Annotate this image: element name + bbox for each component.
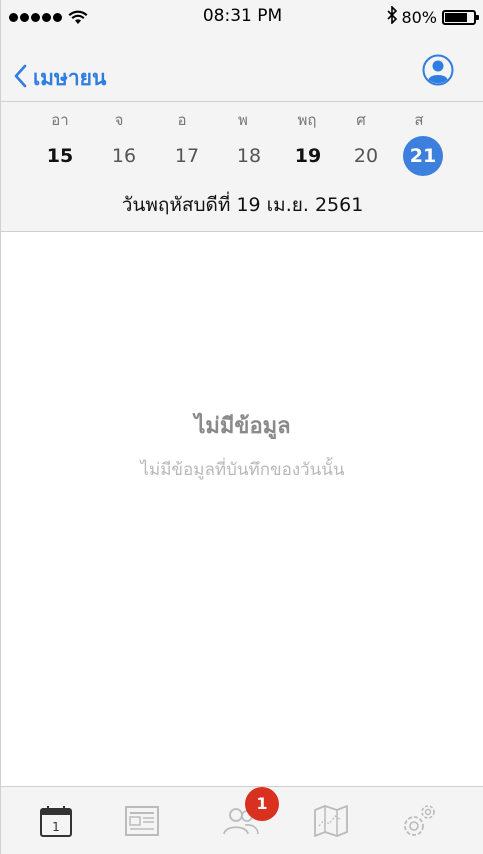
- profile-button[interactable]: [422, 54, 454, 86]
- status-time: 08:31 PM: [202, 6, 283, 26]
- date-21-selected[interactable]: 21: [403, 136, 443, 176]
- status-bar: 08:31 PM 80%: [1, 0, 483, 34]
- tab-calendar[interactable]: 1: [34, 801, 78, 841]
- empty-state-title: ไม่มีข้อมูล: [194, 414, 291, 439]
- map-icon: [314, 805, 348, 837]
- back-button[interactable]: เมษายน: [13, 62, 106, 95]
- navigation-bar: เมษายน: [1, 34, 483, 102]
- tab-news[interactable]: [120, 801, 164, 841]
- date-17[interactable]: 17: [165, 138, 209, 174]
- date-20[interactable]: 20: [344, 138, 388, 174]
- tab-bar: 1 1: [1, 786, 483, 854]
- empty-state-subtitle: ไม่มีข้อมูลที่บันทึกของวันนั้น: [140, 460, 345, 480]
- date-15[interactable]: 15: [38, 138, 82, 174]
- weekday-row: อา จ อ พ พฤ ศ ส: [1, 110, 483, 130]
- week-strip: อา จ อ พ พฤ ศ ส 15 16 17 18 19 20 21 วัน…: [1, 102, 483, 232]
- date-18[interactable]: 18: [227, 138, 271, 174]
- user-circle-icon: [422, 54, 454, 86]
- svg-text:1: 1: [52, 820, 60, 834]
- settings-icon: [404, 805, 435, 836]
- empty-state: ไม่มีข้อมูล ไม่มีข้อมูลที่บันทึกของวันนั…: [1, 232, 483, 786]
- date-16[interactable]: 16: [102, 138, 146, 174]
- chevron-left-icon: [13, 64, 27, 93]
- tab-map[interactable]: [309, 801, 353, 841]
- date-19[interactable]: 19: [286, 138, 330, 174]
- selected-date-label: วันพฤหัสบดีที่ 19 เม.ย. 2561: [121, 194, 364, 216]
- weekday-label: ศ: [356, 111, 366, 129]
- weekday-label: พฤ: [297, 111, 317, 129]
- calendar-icon: 1: [40, 806, 72, 837]
- weekday-label: พ: [238, 111, 248, 129]
- notification-badge: 1: [245, 787, 279, 821]
- battery-icon: [442, 9, 479, 25]
- weekday-label: อา: [51, 111, 69, 129]
- date-row: 15 16 17 18 19 20 21: [1, 136, 483, 176]
- tab-settings[interactable]: [397, 801, 441, 841]
- back-label: เมษายน: [33, 66, 107, 90]
- weekday-label: จ: [114, 111, 124, 129]
- newspaper-icon: [125, 806, 159, 836]
- weekday-label: อ: [177, 111, 187, 129]
- weekday-label: ส: [414, 111, 424, 129]
